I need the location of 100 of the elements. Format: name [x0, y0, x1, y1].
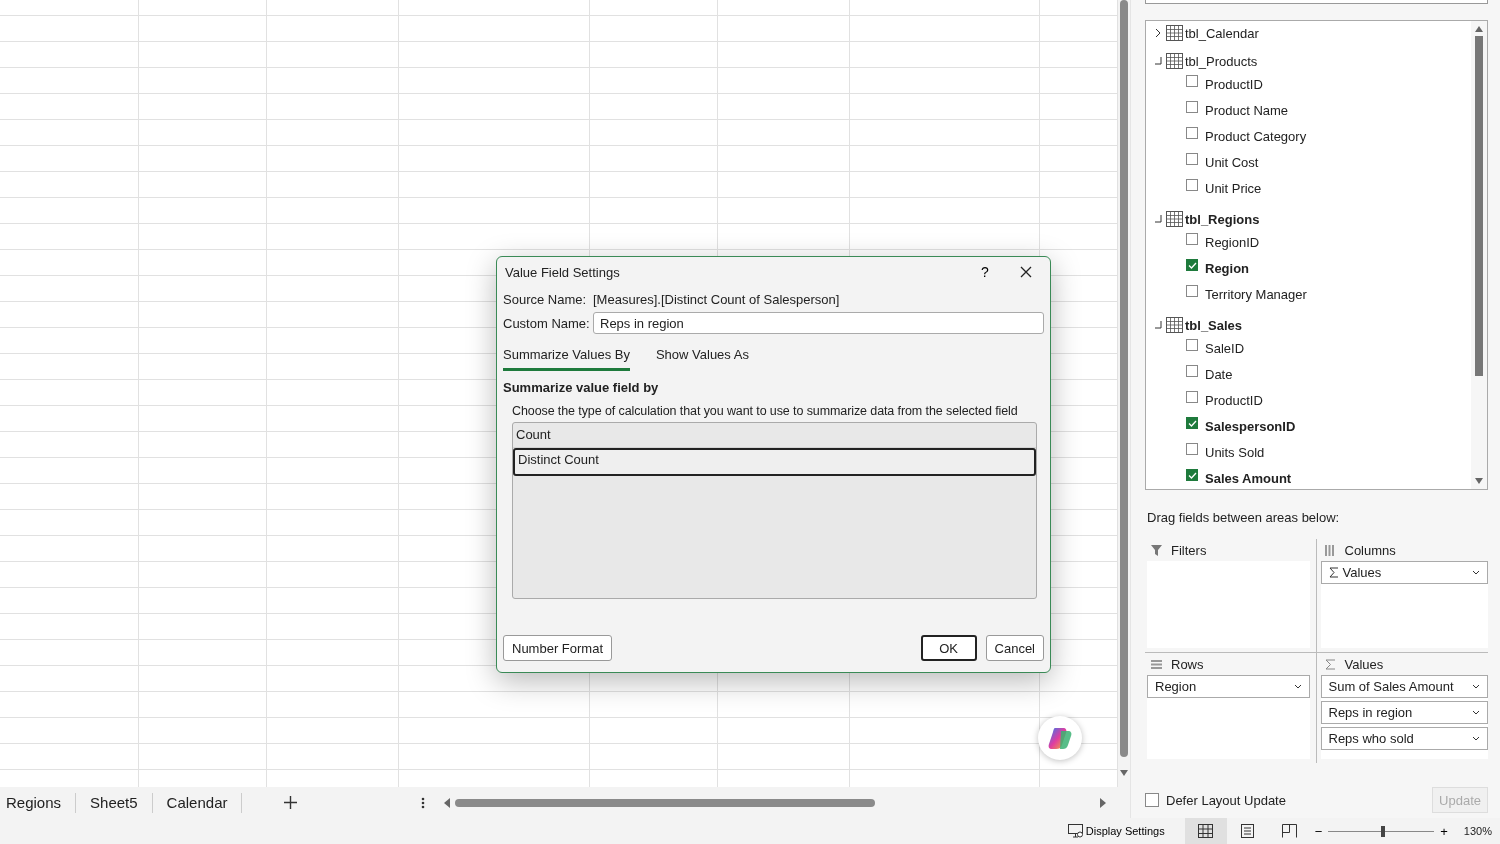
slider-thumb[interactable] — [1381, 825, 1386, 837]
table-name[interactable]: tbl_Regions — [1185, 211, 1260, 227]
field-label: Reps who sold — [1328, 731, 1415, 746]
scrollbar-thumb[interactable] — [1120, 0, 1128, 757]
area-title: Columns — [1344, 542, 1396, 558]
display-settings-button[interactable]: Display Settings — [1067, 824, 1165, 838]
field-name[interactable]: Product Category — [1205, 128, 1307, 144]
expand-toggle[interactable] — [1152, 215, 1164, 223]
view-button[interactable] — [1184, 818, 1227, 844]
button-label: Display Settings — [1085, 825, 1165, 837]
scrollbar-thumb[interactable] — [455, 798, 876, 807]
field-checkbox[interactable] — [1186, 443, 1198, 455]
area-title: Filters — [1171, 542, 1207, 558]
field-label: Values — [1342, 565, 1383, 580]
list-item[interactable]: Distinct Count — [513, 448, 1036, 476]
area-title: Values — [1344, 656, 1384, 672]
values-icon — [1324, 658, 1336, 670]
table-icon — [1166, 25, 1183, 41]
function-list[interactable]: Count Distinct Count — [512, 422, 1037, 599]
scroll-down-icon — [1474, 477, 1484, 485]
field-name[interactable]: Territory Manager — [1205, 286, 1307, 302]
collapse-icon — [1154, 215, 1162, 223]
source-name-label: Source Name: — [503, 291, 588, 307]
dialog-button[interactable]: Cancel — [985, 635, 1044, 661]
field-checkbox[interactable] — [1186, 127, 1198, 139]
area-title: Rows — [1171, 656, 1204, 672]
field-pill[interactable]: Reps in region — [1320, 701, 1488, 724]
instruction-text: Choose the type of calculation that you want to use to summarize data from the selected field — [512, 404, 1019, 418]
field-name[interactable]: ProductID — [1205, 392, 1263, 408]
sheet-tab[interactable]: Calendar — [160, 792, 243, 813]
field-name[interactable]: ProductID — [1205, 76, 1263, 92]
scroll-down-icon — [1119, 769, 1129, 777]
field-name[interactable]: Sales Amount — [1205, 470, 1292, 486]
filters-icon — [1151, 544, 1162, 556]
table-icon — [1166, 211, 1183, 227]
dropdown-icon — [1472, 684, 1480, 689]
zoom-out-button[interactable]: − — [1310, 823, 1327, 839]
columns-icon — [1324, 544, 1336, 556]
field-name[interactable]: SaleID — [1205, 340, 1245, 356]
dropdown-icon — [1472, 736, 1480, 741]
zoom-in-button[interactable]: + — [1436, 823, 1452, 839]
custom-name-field[interactable]: Reps in region — [593, 312, 1044, 334]
field-checkbox[interactable] — [1186, 75, 1198, 87]
add-sheet-button[interactable] — [284, 796, 298, 809]
dialog-tab[interactable]: Summarize Values By — [503, 343, 630, 371]
table-name[interactable]: tbl_Products — [1185, 53, 1258, 69]
field-checkbox[interactable] — [1186, 259, 1198, 271]
field-checkbox[interactable] — [1186, 365, 1198, 377]
field-name[interactable]: Units Sold — [1205, 444, 1265, 460]
more-button[interactable] — [421, 796, 426, 809]
dialog-button[interactable]: Number Format — [503, 635, 613, 661]
zoom-level: 130% — [1463, 825, 1492, 837]
dropdown-icon — [1472, 570, 1480, 575]
checkbox-label: Defer Layout Update — [1166, 792, 1287, 808]
field-name[interactable]: SalespersonID — [1205, 418, 1296, 434]
collapse-icon — [1154, 57, 1162, 65]
field-pill[interactable]: Sum of Sales Amount — [1320, 675, 1488, 698]
field-checkbox[interactable] — [1186, 469, 1198, 481]
field-pill[interactable]: Region — [1147, 675, 1310, 698]
field-checkbox[interactable] — [1186, 391, 1198, 403]
table-name[interactable]: tbl_Sales — [1185, 317, 1243, 333]
field-name[interactable]: Date — [1205, 366, 1233, 382]
field-label: Sum of Sales Amount — [1328, 679, 1455, 694]
dialog-button[interactable]: OK — [920, 635, 977, 661]
field-checkbox[interactable] — [1186, 233, 1198, 245]
field-name[interactable]: Unit Price — [1205, 180, 1262, 196]
expand-toggle[interactable] — [1152, 57, 1164, 65]
field-checkbox[interactable] — [1186, 179, 1198, 191]
defer-checkbox[interactable] — [1145, 793, 1159, 807]
close-icon — [1020, 266, 1032, 278]
field-pill[interactable]: Values — [1320, 561, 1488, 584]
field-name[interactable]: RegionID — [1205, 234, 1260, 250]
expand-toggle[interactable] — [1152, 321, 1164, 329]
table-name[interactable]: tbl_Calendar — [1185, 25, 1259, 41]
dropdown-icon — [1472, 710, 1480, 715]
copilot-button[interactable] — [1038, 716, 1082, 760]
field-checkbox[interactable] — [1186, 101, 1198, 113]
field-checkbox[interactable] — [1186, 417, 1198, 429]
scrollbar-thumb[interactable] — [1475, 36, 1483, 376]
dropdown-icon — [1293, 684, 1302, 689]
field-label: Reps in region — [1328, 705, 1414, 720]
source-name-value: [Measures].[Distinct Count of Salesperson] — [593, 291, 840, 307]
sheet-tab[interactable]: Regions — [0, 792, 77, 813]
scroll-right-icon — [1099, 797, 1108, 808]
help-button[interactable]: ? — [970, 264, 1000, 280]
custom-name-label: Custom Name: — [503, 315, 591, 331]
plus-icon — [284, 796, 298, 809]
field-label: Region — [1155, 679, 1198, 694]
view-icon — [1282, 824, 1298, 838]
field-checkbox[interactable] — [1186, 153, 1198, 165]
dialog-tab[interactable]: Show Values As — [655, 343, 749, 371]
field-name[interactable]: Region — [1205, 260, 1250, 276]
view-icon — [1198, 824, 1214, 838]
field-pill[interactable]: Reps who sold — [1320, 727, 1488, 750]
field-name[interactable]: Unit Cost — [1205, 154, 1259, 170]
field-checkbox[interactable] — [1186, 339, 1198, 351]
field-name[interactable]: Product Name — [1205, 102, 1289, 118]
field-checkbox[interactable] — [1186, 285, 1198, 297]
sheet-tab[interactable]: Sheet5 — [84, 792, 153, 813]
section-heading: Summarize value field by — [503, 380, 660, 395]
